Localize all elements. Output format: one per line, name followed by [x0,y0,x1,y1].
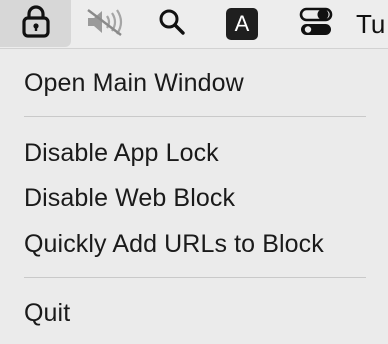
app-lock-menubar-button[interactable] [0,0,71,47]
input-source-letter: A [234,11,250,36]
screen: A Tu Open Main Window Disable App Lock D… [0,0,388,344]
disable-web-block-item[interactable]: Disable Web Block [24,182,235,214]
spotlight-menubar-button[interactable] [150,0,194,48]
input-source-icon: A [226,8,258,40]
menu-bar: A Tu [0,0,388,48]
menu-separator [24,277,366,278]
quick-add-urls-item[interactable]: Quickly Add URLs to Block [24,228,324,260]
disable-app-lock-item[interactable]: Disable App Lock [24,137,219,169]
menubar-clock[interactable]: Tu [356,0,388,48]
control-center-menubar-button[interactable] [292,0,340,48]
lock-icon [21,4,51,43]
open-main-window-item[interactable]: Open Main Window [24,67,244,99]
dropdown-menu: Open Main Window Disable App Lock Disabl… [0,48,388,344]
input-source-menubar-button[interactable]: A [222,0,262,48]
control-center-icon [298,6,334,43]
volume-menubar-button[interactable] [80,0,130,48]
clock-text: Tu [356,8,386,39]
speaker-muted-icon [84,7,126,42]
quit-item[interactable]: Quit [24,297,70,329]
search-icon [158,8,186,41]
menu-separator [24,116,366,117]
